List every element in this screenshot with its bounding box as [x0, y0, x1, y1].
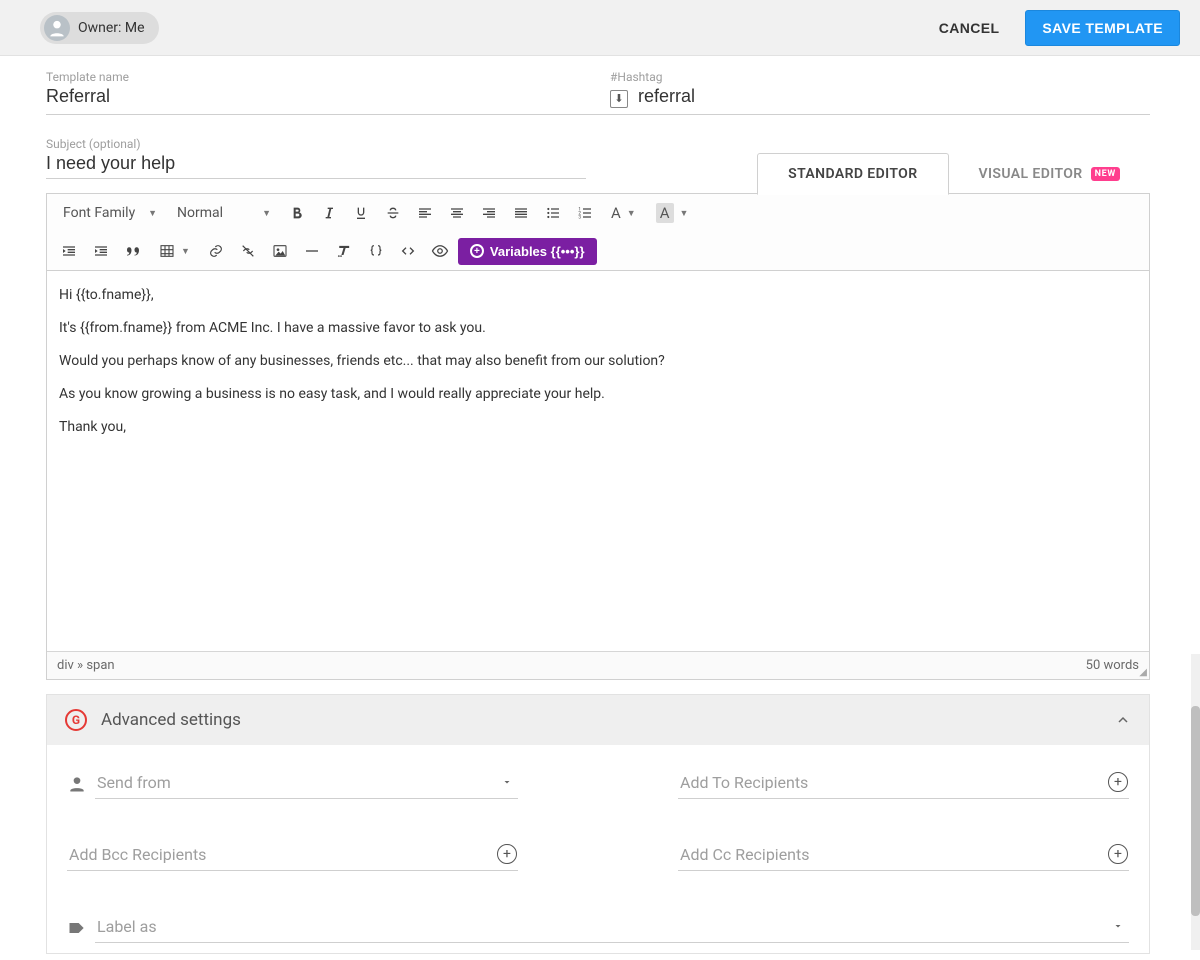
- indent-button[interactable]: [87, 237, 115, 265]
- editor-tabs: STANDARD EDITOR VISUAL EDITOR NEW: [757, 153, 1150, 195]
- strikethrough-button[interactable]: [379, 199, 407, 227]
- paragraph-format-dropdown[interactable]: Normal ▼: [169, 199, 279, 227]
- add-circle-icon[interactable]: +: [496, 843, 518, 865]
- text-color-dropdown[interactable]: A▼: [603, 199, 644, 227]
- subject-input[interactable]: [46, 153, 586, 179]
- font-family-label: Font Family: [63, 205, 135, 221]
- add-cc-label: Add Cc Recipients: [678, 841, 1129, 871]
- tab-visual-label: VISUAL EDITOR: [979, 166, 1083, 182]
- add-to-recipients-field[interactable]: Add To Recipients +: [678, 769, 1129, 799]
- editor-paragraph: Hi {{to.fname}},: [59, 285, 1137, 306]
- quote-button[interactable]: [119, 237, 147, 265]
- element-path[interactable]: div » span: [57, 658, 115, 673]
- caret-down-icon: ▼: [680, 208, 689, 219]
- word-count: 50 words: [1086, 658, 1139, 673]
- code-braces-button[interactable]: [362, 237, 390, 265]
- advanced-settings-toggle[interactable]: G Advanced settings: [47, 695, 1149, 745]
- clear-format-button[interactable]: [330, 237, 358, 265]
- bg-color-dropdown[interactable]: A▼: [648, 199, 697, 227]
- tab-standard-editor[interactable]: STANDARD EDITOR: [757, 153, 948, 195]
- font-family-dropdown[interactable]: Font Family ▼: [55, 199, 165, 227]
- svg-text:3: 3: [578, 214, 581, 220]
- add-bcc-label: Add Bcc Recipients: [67, 841, 518, 871]
- subject-label: Subject (optional): [46, 137, 586, 151]
- text-color-icon: A: [611, 204, 621, 222]
- hashtag-input[interactable]: [638, 86, 1150, 111]
- code-view-button[interactable]: [394, 237, 422, 265]
- add-circle-icon[interactable]: +: [1107, 771, 1129, 793]
- editor-paragraph: It's {{from.fname}} from ACME Inc. I hav…: [59, 318, 1137, 339]
- tab-standard-label: STANDARD EDITOR: [788, 166, 917, 182]
- chevron-up-icon: [1115, 712, 1131, 728]
- editor-paragraph: Thank you,: [59, 417, 1137, 438]
- align-center-button[interactable]: [443, 199, 471, 227]
- format-label: Normal: [177, 205, 223, 221]
- align-right-button[interactable]: [475, 199, 503, 227]
- hashtag-doc-icon: ⬇: [610, 90, 628, 108]
- link-button[interactable]: [202, 237, 230, 265]
- template-name-label: Template name: [46, 70, 586, 84]
- template-name-input[interactable]: [46, 86, 586, 111]
- ordered-list-button[interactable]: 123: [571, 199, 599, 227]
- align-left-button[interactable]: [411, 199, 439, 227]
- save-template-button[interactable]: SAVE TEMPLATE: [1025, 10, 1180, 46]
- unordered-list-button[interactable]: [539, 199, 567, 227]
- caret-down-icon: ▼: [148, 208, 157, 219]
- avatar-icon: [44, 15, 70, 41]
- gmelius-circle-icon: G: [65, 709, 87, 731]
- rich-text-editor: Font Family ▼ Normal ▼ 123 A▼ A▼: [46, 193, 1150, 680]
- add-circle-icon[interactable]: +: [1107, 843, 1129, 865]
- bg-color-icon: A: [656, 203, 674, 223]
- label-as-label: Label as: [95, 913, 1129, 943]
- advanced-settings-panel: G Advanced settings Send from Add To Rec…: [46, 694, 1150, 954]
- cancel-button[interactable]: CANCEL: [921, 10, 1018, 46]
- preview-button[interactable]: [426, 237, 454, 265]
- owner-pill[interactable]: Owner: Me: [40, 12, 159, 44]
- bold-button[interactable]: [283, 199, 311, 227]
- hashtag-label: #Hashtag: [610, 70, 1150, 84]
- label-as-field[interactable]: Label as: [67, 913, 1129, 943]
- add-cc-recipients-field[interactable]: Add Cc Recipients +: [678, 841, 1129, 871]
- add-bcc-recipients-field[interactable]: Add Bcc Recipients +: [67, 841, 518, 871]
- image-button[interactable]: [266, 237, 294, 265]
- new-badge: NEW: [1091, 167, 1120, 181]
- variables-button[interactable]: + Variables {{•••}}: [458, 238, 597, 265]
- dropdown-caret-icon[interactable]: [1107, 915, 1129, 937]
- caret-down-icon: ▼: [262, 208, 271, 219]
- plus-circle-icon: +: [470, 244, 484, 258]
- resize-grip-icon[interactable]: ◢: [1139, 667, 1147, 678]
- caret-down-icon: ▼: [181, 246, 190, 257]
- caret-down-icon: ▼: [627, 208, 636, 219]
- editor-paragraph: As you know growing a business is no eas…: [59, 384, 1137, 405]
- unlink-button[interactable]: [234, 237, 262, 265]
- underline-button[interactable]: [347, 199, 375, 227]
- owner-label: Owner: Me: [78, 20, 145, 36]
- horizontal-rule-button[interactable]: [298, 237, 326, 265]
- table-icon: [159, 243, 175, 259]
- dropdown-caret-icon[interactable]: [496, 771, 518, 793]
- advanced-settings-title: Advanced settings: [101, 710, 1101, 730]
- scrollbar-thumb[interactable]: [1191, 706, 1200, 916]
- outdent-button[interactable]: [55, 237, 83, 265]
- editor-toolbar: Font Family ▼ Normal ▼ 123 A▼ A▼: [47, 194, 1149, 271]
- align-justify-button[interactable]: [507, 199, 535, 227]
- person-icon: [67, 774, 95, 794]
- editor-content[interactable]: Hi {{to.fname}}, It's {{from.fname}} fro…: [47, 271, 1149, 651]
- send-from-field[interactable]: Send from: [67, 769, 518, 799]
- tab-visual-editor[interactable]: VISUAL EDITOR NEW: [949, 153, 1151, 195]
- page-header: Owner: Me CANCEL SAVE TEMPLATE: [0, 0, 1200, 56]
- send-from-label: Send from: [95, 769, 518, 799]
- tag-icon: [67, 918, 95, 938]
- editor-status-bar: div » span 50 words ◢: [47, 651, 1149, 679]
- variables-label: Variables {{•••}}: [490, 244, 585, 259]
- editor-paragraph: Would you perhaps know of any businesses…: [59, 351, 1137, 372]
- table-dropdown[interactable]: ▼: [151, 237, 198, 265]
- add-to-label: Add To Recipients: [678, 769, 1129, 799]
- italic-button[interactable]: [315, 199, 343, 227]
